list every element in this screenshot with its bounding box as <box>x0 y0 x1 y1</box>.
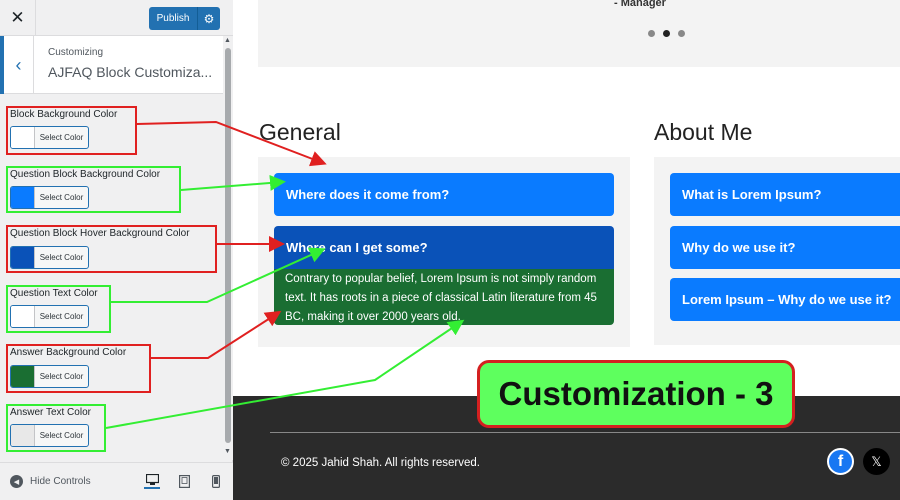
hide-controls-button[interactable]: ◀ Hide Controls <box>10 475 91 488</box>
faq-column-title-about: About Me <box>654 119 753 145</box>
customizer-header: ✕ Publish ⚙ <box>0 0 233 36</box>
desktop-preview-button[interactable] <box>144 473 160 489</box>
faq-question[interactable]: Why do we use it? <box>670 226 900 269</box>
hide-controls-label: Hide Controls <box>30 476 91 487</box>
faq-question[interactable]: Where does it come from? <box>274 173 614 216</box>
annotation-box-green <box>6 285 111 333</box>
close-customizer-button[interactable]: ✕ <box>0 0 36 36</box>
faq-question[interactable]: What is Lorem Ipsum? <box>670 173 900 216</box>
back-button[interactable]: ‹ <box>0 36 34 94</box>
publish-button[interactable]: Publish <box>149 7 197 30</box>
faq-question[interactable]: Lorem Ipsum – Why do we use it? <box>670 278 900 321</box>
annotation-box-red <box>6 344 151 393</box>
testimonial-slider: - Manager <box>258 0 900 67</box>
slider-dot[interactable] <box>648 30 655 37</box>
faq-question-expanded[interactable]: Where can I get some? <box>274 226 614 269</box>
gear-icon: ⚙ <box>203 11 215 26</box>
publish-settings-button[interactable]: ⚙ <box>197 7 220 30</box>
scroll-down-icon[interactable]: ▼ <box>224 448 231 455</box>
testimonial-author: - Manager <box>614 0 666 9</box>
section-header: ‹ Customizing AJFAQ Block Customiza... <box>0 36 224 94</box>
scroll-thumb[interactable] <box>225 48 231 443</box>
faq-column-title-general: General <box>259 119 341 145</box>
desktop-icon <box>145 474 159 485</box>
annotation-box-red <box>6 225 217 273</box>
annotation-box-red <box>6 106 137 155</box>
faq-answer: Contrary to popular belief, Lorem Ipsum … <box>274 269 614 325</box>
close-icon: ✕ <box>10 8 25 27</box>
customizer-sidebar: ✕ Publish ⚙ ‹ Customizing AJFAQ Block Cu… <box>0 0 233 500</box>
scroll-up-icon[interactable]: ▲ <box>224 37 231 44</box>
annotation-box-green <box>6 404 106 452</box>
facebook-icon[interactable]: f <box>827 448 854 475</box>
customization-badge: Customization - 3 <box>477 360 795 428</box>
tablet-icon <box>178 474 190 488</box>
annotation-box-green <box>6 166 181 213</box>
tablet-preview-button[interactable] <box>176 473 192 489</box>
slider-dot-active[interactable] <box>663 30 670 37</box>
customizer-footer: ◀ Hide Controls <box>0 462 233 500</box>
sidebar-scrollbar[interactable]: ▲ ▼ <box>223 36 233 460</box>
chevron-left-icon: ‹ <box>15 54 22 75</box>
slider-dot[interactable] <box>678 30 685 37</box>
customizing-label: Customizing <box>48 47 104 58</box>
mobile-preview-button[interactable] <box>208 473 224 489</box>
publish-group: Publish ⚙ <box>149 7 220 30</box>
section-title: AJFAQ Block Customiza... <box>48 64 213 80</box>
mobile-icon <box>212 474 220 488</box>
copyright-text: © 2025 Jahid Shah. All rights reserved. <box>281 457 480 469</box>
footer-divider <box>270 432 900 433</box>
collapse-icon: ◀ <box>10 475 23 488</box>
x-icon[interactable]: 𝕏 <box>863 448 890 475</box>
